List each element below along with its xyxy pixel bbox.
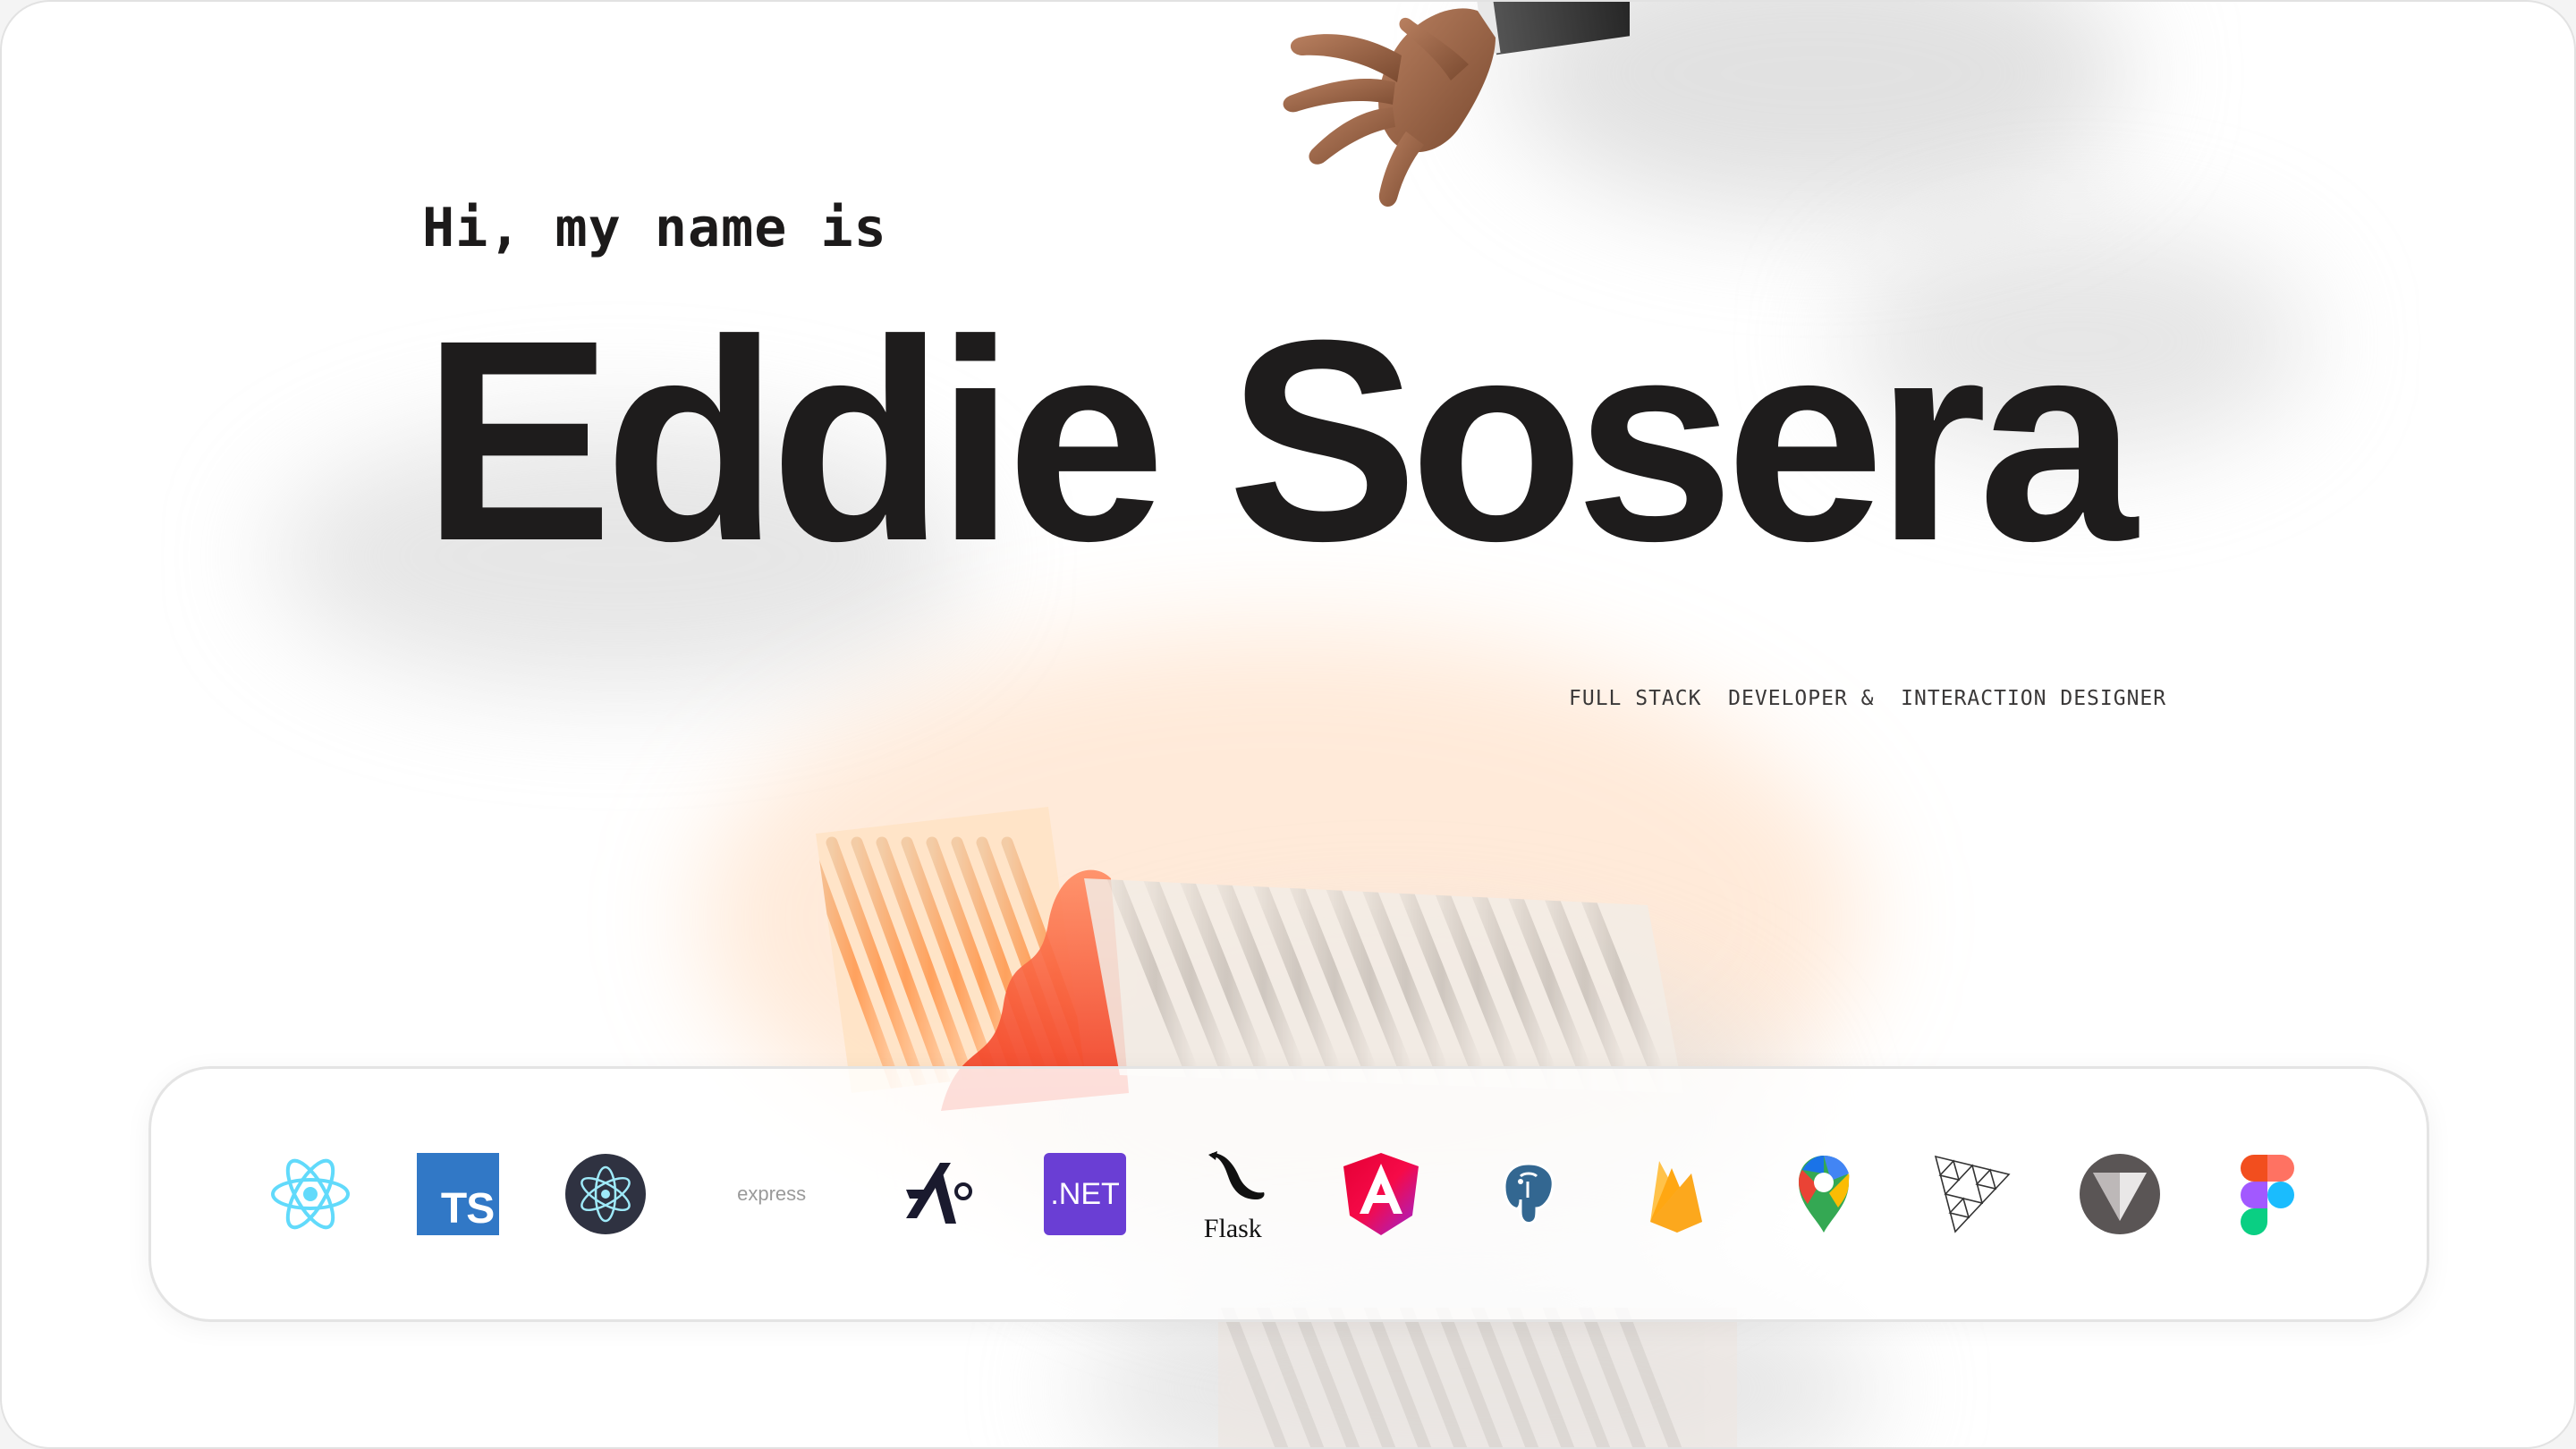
page-frame: Hi, my name is Eddie Sosera FULL STACK D…: [0, 0, 2576, 1449]
tech-item-google-maps[interactable]: [1779, 1149, 1868, 1239]
express-icon: express: [737, 1182, 807, 1205]
tech-item-blitz[interactable]: [893, 1149, 982, 1239]
electron-icon: [565, 1154, 647, 1234]
firebase-icon: [1649, 1161, 1702, 1233]
tech-item-express[interactable]: express: [709, 1149, 835, 1239]
blitz-icon: [905, 1163, 972, 1224]
tech-item-figma[interactable]: [2223, 1149, 2312, 1239]
tech-item-dotnet[interactable]: .NET: [1040, 1149, 1130, 1239]
threejs-icon: [1935, 1155, 2011, 1233]
v-icon: [2079, 1154, 2160, 1234]
tech-item-postgresql[interactable]: [1484, 1149, 1573, 1239]
tech-item-electron[interactable]: [561, 1149, 650, 1239]
hero-name: Eddie Sosera: [422, 280, 2137, 600]
tech-item-firebase[interactable]: [1631, 1149, 1721, 1239]
flask-label: Flask: [1203, 1214, 1262, 1243]
flask-icon: [1208, 1151, 1265, 1199]
tech-stack-dock: TS express .NET Flask: [148, 1066, 2429, 1322]
figma-icon: [2240, 1155, 2294, 1235]
tech-item-threejs[interactable]: [1927, 1149, 2016, 1239]
greeting-text: Hi, my name is: [422, 197, 887, 259]
google-maps-icon: [1799, 1156, 1850, 1233]
postgresql-icon: [1503, 1162, 1555, 1224]
role-tagline: FULL STACK DEVELOPER & INTERACTION DESIG…: [1569, 687, 2167, 710]
dotnet-icon: .NET: [1044, 1153, 1127, 1235]
tech-item-flask[interactable]: Flask: [1188, 1149, 1277, 1243]
waving-hand-illustration: [1283, 2, 1630, 208]
tech-item-v[interactable]: [2075, 1149, 2165, 1239]
react-icon: [271, 1158, 350, 1230]
tech-item-typescript[interactable]: TS: [413, 1149, 503, 1239]
typescript-label: TS: [440, 1185, 495, 1233]
angular-icon: [1343, 1153, 1419, 1235]
typescript-icon: TS: [417, 1153, 500, 1235]
dotnet-label: .NET: [1050, 1176, 1120, 1211]
tech-item-angular[interactable]: [1336, 1149, 1426, 1239]
tech-item-react[interactable]: [266, 1149, 355, 1239]
